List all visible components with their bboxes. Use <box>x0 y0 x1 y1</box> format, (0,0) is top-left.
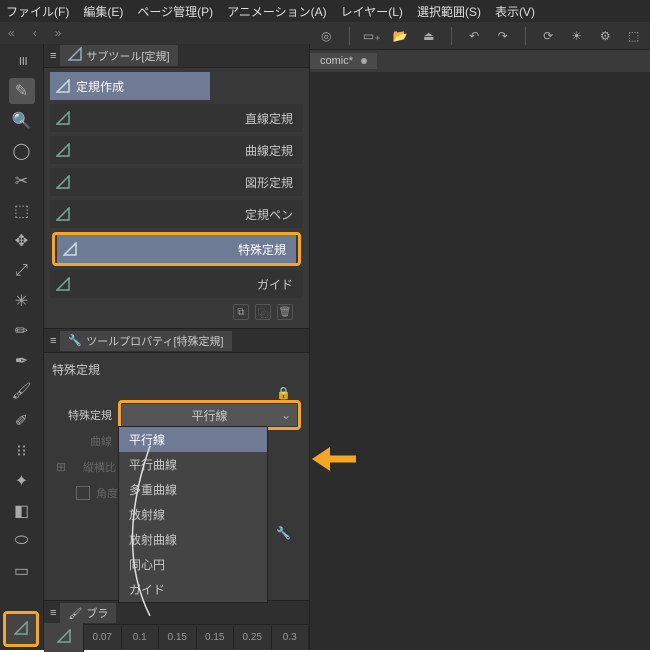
option-radial[interactable]: 放射線 <box>119 502 267 527</box>
nav-back-icon[interactable]: « <box>8 26 15 40</box>
wrench-bottom-icon[interactable]: 🔧 <box>276 526 291 540</box>
ruler-triangle-icon <box>14 621 28 638</box>
transform-icon[interactable]: ⤢ <box>9 258 35 284</box>
undo-icon[interactable]: ↶ <box>464 25 485 47</box>
handle-icon[interactable]: ≡ <box>9 48 35 74</box>
option-radial-curve[interactable]: 放射曲線 <box>119 527 267 552</box>
size-cell[interactable]: 0.07 <box>84 626 122 649</box>
menu-page[interactable]: ページ管理(P) <box>137 3 213 20</box>
eraser-icon[interactable]: ◧ <box>9 498 35 524</box>
pencil-icon[interactable]: ✏ <box>9 318 35 344</box>
unsaved-dot-icon <box>361 58 367 64</box>
subtool-special-ruler[interactable]: 特殊定規 <box>57 235 296 263</box>
brush-size-strip: 0.07 0.1 0.15 0.15 0.25 0.3 <box>44 624 309 650</box>
menu-file[interactable]: ファイル(F) <box>6 3 69 20</box>
option-multi-curve[interactable]: 多重曲線 <box>119 477 267 502</box>
sun-icon[interactable]: ☀ <box>566 25 587 47</box>
angle-checkbox[interactable] <box>76 486 90 500</box>
swirl-icon[interactable]: ◎ <box>316 25 337 47</box>
brush-size-header: ≡ 🖌 ブラ <box>44 600 309 624</box>
copy-icon[interactable]: ⧉ <box>233 304 249 320</box>
panel-handle-icon[interactable]: ≡ <box>50 50 56 62</box>
subtool-curve-ruler[interactable]: 曲線定規 <box>50 136 303 164</box>
ruler-cell-icon[interactable] <box>44 623 84 652</box>
open-icon[interactable]: 📂 <box>390 25 411 47</box>
pen-icon[interactable]: ✒ <box>9 348 35 374</box>
size-cell[interactable]: 0.15 <box>197 626 235 649</box>
option-parallel-curve[interactable]: 平行曲線 <box>119 452 267 477</box>
brush2-icon[interactable]: 🖌 <box>9 378 35 404</box>
lock-icon[interactable]: 🔒 <box>276 386 291 400</box>
brush-tool-icon[interactable]: ✎ <box>9 78 35 104</box>
size-cell[interactable]: 0.15 <box>159 626 197 649</box>
tool-bar: ≡ ✎ 🔍 ◯ ✂ ⬚ ✥ ⤢ ✳ ✏ ✒ 🖌 ✐ ⁝⁝ ✦ ◧ ⬭ ▭ <box>0 44 44 650</box>
tool-property-tab[interactable]: 🔧 ツールプロパティ[特殊定規] <box>60 331 231 351</box>
move-icon[interactable]: ✥ <box>9 228 35 254</box>
menu-layer[interactable]: レイヤー(L) <box>341 3 403 20</box>
panel-handle-icon[interactable]: ≡ <box>50 607 56 619</box>
lasso-icon[interactable]: ✂ <box>9 168 35 194</box>
save-icon[interactable]: ⏏ <box>418 25 439 47</box>
tool-property-header: ≡ 🔧 ツールプロパティ[特殊定規] <box>44 329 309 353</box>
subtool-actions: ⧉ ⿻ 🗑 <box>50 302 303 326</box>
brush-header-icon: 🖌 <box>68 607 82 620</box>
option-guide[interactable]: ガイド <box>119 577 267 602</box>
brush-tab[interactable]: 🖌 ブラ <box>60 603 116 623</box>
sparkle-icon[interactable]: ✳ <box>9 288 35 314</box>
size-cell[interactable]: 0.3 <box>272 626 310 649</box>
subtool-list: 定規作成 直線定規 曲線定規 図形定規 定規ペン 特殊定規 <box>44 68 309 328</box>
subtool-tab[interactable]: サブツール[定規] <box>60 45 177 66</box>
tab-comic[interactable]: comic* <box>310 53 377 69</box>
subtool-panel-header: ≡ サブツール[定規] <box>44 44 309 68</box>
canvas-area: ◎ ▭₊ 📂 ⏏ ↶ ↷ ⟳ ☀ ⚙ ⬚ comic* <box>310 22 650 650</box>
menu-anim[interactable]: アニメーション(A) <box>227 3 327 20</box>
tool-property-title: 特殊定規 <box>52 359 301 384</box>
rect-icon[interactable]: ▭ <box>9 558 35 584</box>
subtool-shape-ruler[interactable]: 図形定規 <box>50 168 303 196</box>
arrow-annotation <box>312 444 356 474</box>
menu-select[interactable]: 選択範囲(S) <box>417 3 481 20</box>
selection-circle-icon[interactable]: ◯ <box>9 138 35 164</box>
size-cell[interactable]: 0.1 <box>122 626 160 649</box>
special-ruler-dropdown-menu: 平行線 平行曲線 多重曲線 放射線 放射曲線 同心円 ガイド <box>118 426 268 603</box>
duplicate-icon[interactable]: ⿻ <box>255 304 271 320</box>
blend-icon[interactable]: ⬭ <box>9 528 35 554</box>
special-ruler-label: 特殊定規 <box>52 407 112 423</box>
canvas-toolbar: ◎ ▭₊ 📂 ⏏ ↶ ↷ ⟳ ☀ ⚙ ⬚ <box>310 22 650 50</box>
subtool-create-ruler[interactable]: 定規作成 <box>50 72 210 100</box>
subtool-line-ruler[interactable]: 直線定規 <box>50 104 303 132</box>
cube-icon[interactable]: ⬚ <box>9 198 35 224</box>
panel-handle-icon[interactable]: ≡ <box>50 335 56 347</box>
loading-icon[interactable]: ⟳ <box>538 25 559 47</box>
expand-icon[interactable]: ⊞ <box>52 460 70 474</box>
subtool-ruler-pen[interactable]: 定規ペン <box>50 200 303 228</box>
menu-view[interactable]: 表示(V) <box>495 3 535 20</box>
wrench-icon: 🔧 <box>68 334 82 347</box>
wand-icon[interactable]: ✦ <box>9 468 35 494</box>
special-ruler-dropdown[interactable]: 平行線 <box>122 404 297 426</box>
nav-fwd-icon[interactable]: ‹ <box>33 26 37 40</box>
option-concentric[interactable]: 同心円 <box>119 552 267 577</box>
trash-icon[interactable]: 🗑 <box>277 304 293 320</box>
crop-icon[interactable]: ⬚ <box>623 25 644 47</box>
menu-edit[interactable]: 編集(E) <box>83 3 123 20</box>
special-ruler-row: 特殊定規 平行線 平行線 平行曲線 多重曲線 放射線 放射曲線 <box>52 402 301 428</box>
size-cell[interactable]: 0.25 <box>234 626 272 649</box>
gear-icon[interactable]: ⚙ <box>595 25 616 47</box>
side-panel: ≡ サブツール[定規] 定規作成 直線定規 曲線定規 図形定規 <box>44 44 310 650</box>
new-icon[interactable]: ▭₊ <box>361 25 382 47</box>
marker-icon[interactable]: ✐ <box>9 408 35 434</box>
ruler-tool-highlighted[interactable] <box>3 611 39 647</box>
spray-icon[interactable]: ⁝⁝ <box>9 438 35 464</box>
redo-icon[interactable]: ↷ <box>492 25 513 47</box>
subtool-special-ruler-highlight: 特殊定規 <box>52 232 301 266</box>
menu-bar: ファイル(F) 編集(E) ページ管理(P) アニメーション(A) レイヤー(L… <box>0 0 650 22</box>
tool-property-panel: ≡ 🔧 ツールプロパティ[特殊定規] 特殊定規 🔒 特殊定規 平行線 <box>44 328 309 548</box>
subtool-guide[interactable]: ガイド <box>50 270 303 298</box>
nav-next-icon[interactable]: » <box>55 26 62 40</box>
document-tabs: comic* <box>310 50 650 72</box>
option-parallel[interactable]: 平行線 <box>119 427 267 452</box>
magnify-icon[interactable]: 🔍 <box>9 108 35 134</box>
